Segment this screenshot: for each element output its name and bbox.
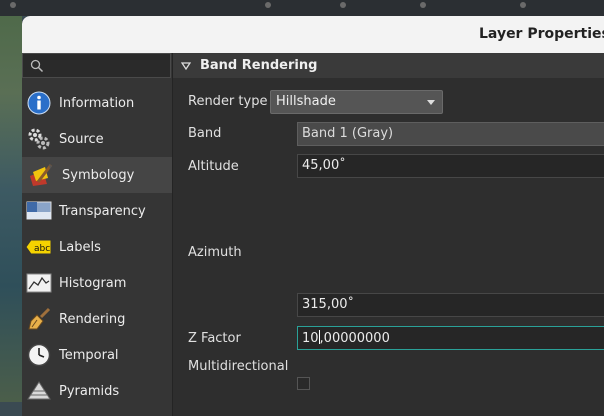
azimuth-spinbox[interactable]: 315,00˚ xyxy=(297,293,604,317)
band-value: Band 1 (Gray) xyxy=(302,126,394,141)
properties-sidebar: Information Source Symbology Transparenc… xyxy=(22,53,172,416)
sidebar-item-histogram[interactable]: Histogram xyxy=(22,265,172,301)
sidebar-item-transparency[interactable]: Transparency xyxy=(22,193,172,229)
sidebar-item-label: Transparency xyxy=(59,203,146,219)
multidirectional-checkbox[interactable] xyxy=(297,377,310,390)
sidebar-item-label: Labels xyxy=(59,239,101,255)
band-rendering-header[interactable]: Band Rendering xyxy=(173,53,604,78)
sidebar-item-label: Temporal xyxy=(59,347,119,363)
rendering-icon xyxy=(26,306,52,332)
z-factor-value-part: ,00000000 xyxy=(319,331,390,346)
chevron-down-icon xyxy=(427,100,435,105)
desktop-dot xyxy=(520,2,526,8)
symbology-icon xyxy=(27,162,53,188)
sidebar-item-label: Histogram xyxy=(59,275,127,291)
render-type-dropdown[interactable]: Hillshade xyxy=(270,90,443,114)
window-title: Layer Properties - xyxy=(479,26,604,42)
histogram-icon xyxy=(26,270,52,296)
sidebar-item-information[interactable]: Information xyxy=(22,85,172,121)
collapse-triangle-icon[interactable] xyxy=(181,61,191,70)
information-icon xyxy=(26,90,52,116)
desktop-dot xyxy=(10,2,16,8)
search-icon xyxy=(30,59,44,73)
sidebar-item-label: Source xyxy=(59,131,104,147)
source-icon xyxy=(26,126,52,152)
band-dropdown[interactable]: Band 1 (Gray) xyxy=(297,122,604,146)
labels-badge-text: abc xyxy=(34,244,50,254)
multidirectional-label: Multidirectional xyxy=(188,359,289,374)
layer-properties-dialog: Layer Properties - Information Source xyxy=(22,16,604,416)
labels-icon: abc xyxy=(26,234,52,260)
z-factor-input[interactable]: 10,00000000 xyxy=(297,326,604,350)
sidebar-item-label: Pyramids xyxy=(59,383,120,399)
sidebar-item-rendering[interactable]: Rendering xyxy=(22,301,172,337)
sidebar-item-source[interactable]: Source xyxy=(22,121,172,157)
azimuth-value: 315,00˚ xyxy=(302,297,354,312)
sidebar-item-temporal[interactable]: Temporal xyxy=(22,337,172,373)
z-factor-value-part: 10 xyxy=(302,331,319,346)
sidebar-item-labels[interactable]: abc Labels xyxy=(22,229,172,265)
z-factor-value: 10,00000000 xyxy=(302,330,390,346)
title-bar[interactable]: Layer Properties - xyxy=(22,16,604,53)
sidebar-item-label: Information xyxy=(59,95,135,111)
desktop-dot xyxy=(265,2,271,8)
transparency-icon xyxy=(26,198,52,224)
altitude-value: 45,00˚ xyxy=(302,158,346,173)
azimuth-label: Azimuth xyxy=(188,245,242,260)
sidebar-item-label: Rendering xyxy=(59,311,126,327)
sidebar-item-pyramids[interactable]: Pyramids xyxy=(22,373,172,409)
pyramids-icon xyxy=(26,378,52,404)
z-factor-label: Z Factor xyxy=(188,331,241,346)
altitude-spinbox[interactable]: 45,00˚ xyxy=(297,154,604,178)
band-label: Band xyxy=(188,126,222,141)
sidebar-item-label: Symbology xyxy=(62,167,135,183)
render-type-value: Hillshade xyxy=(276,94,336,109)
desktop-dot xyxy=(340,2,346,8)
map-canvas-background xyxy=(0,16,22,402)
section-title: Band Rendering xyxy=(200,58,318,73)
altitude-label: Altitude xyxy=(188,159,239,174)
desktop-dot xyxy=(420,2,426,8)
temporal-icon xyxy=(26,342,52,368)
desktop-top-bar xyxy=(0,0,604,16)
sidebar-item-symbology[interactable]: Symbology xyxy=(22,157,172,193)
render-type-label: Render type xyxy=(188,94,268,109)
symbology-panel: Band Rendering Render type Hillshade Ban… xyxy=(173,53,604,416)
sidebar-search-input[interactable] xyxy=(22,53,171,78)
